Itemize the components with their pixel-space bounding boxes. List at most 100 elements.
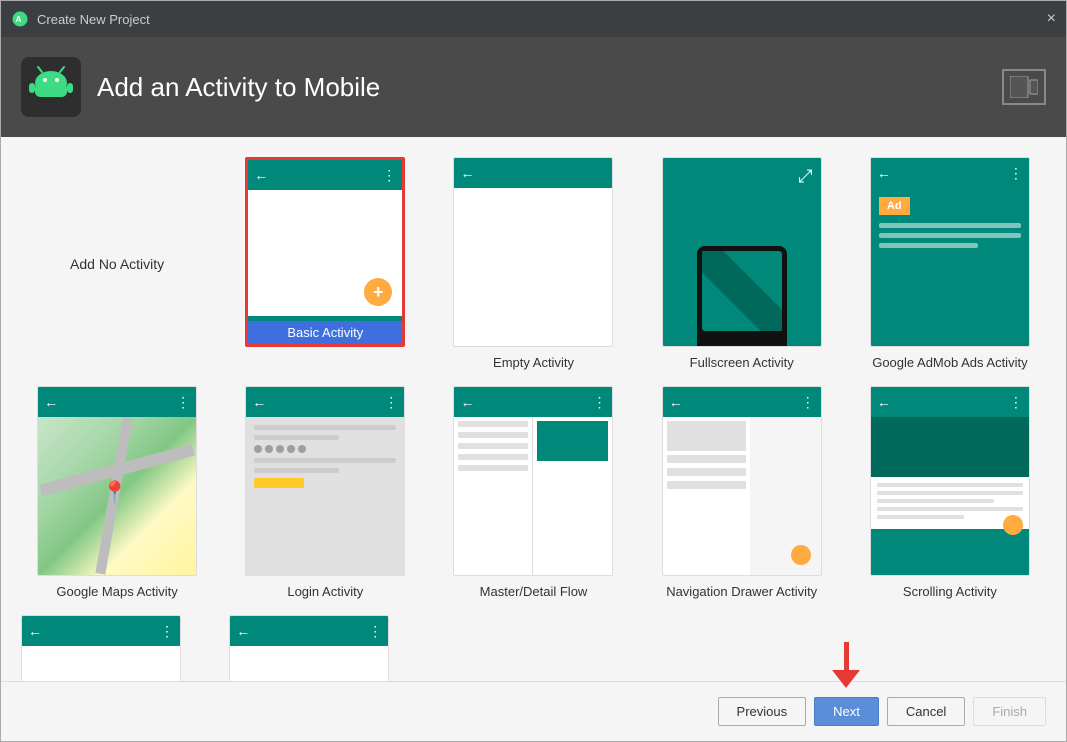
empty-activity-cell[interactable]: ← Empty Activity — [437, 157, 629, 370]
app-icon: A — [11, 10, 29, 28]
admob-screen: ← ⋮ Ad — [871, 158, 1029, 346]
nav-more-icon: ⋮ — [801, 394, 815, 411]
close-button[interactable]: × — [1047, 11, 1056, 27]
svg-text:A: A — [16, 15, 22, 24]
no-activity-label: Add No Activity — [70, 256, 164, 272]
master-toolbar: ← ⋮ — [454, 387, 612, 417]
login-back-icon: ← — [252, 394, 266, 410]
master-detail-cell[interactable]: ← ⋮ — [437, 386, 629, 599]
partial-row: ← ⋮ ← ⋮ — [21, 615, 1046, 681]
footer: Previous Next Cancel Finish — [1, 681, 1066, 741]
login-line-1 — [254, 425, 396, 430]
master-detail-block — [537, 421, 608, 461]
basic-body: + — [248, 190, 402, 316]
scrolling-activity-label: Scrolling Activity — [903, 584, 997, 599]
star-4 — [287, 445, 295, 453]
scroll-header-image — [871, 417, 1029, 477]
fullscreen-activity-label: Fullscreen Activity — [690, 355, 794, 370]
login-activity-label: Login Activity — [287, 584, 363, 599]
master-body — [454, 417, 612, 575]
nav-drawer-item-1 — [667, 455, 746, 463]
maps-more-icon: ⋮ — [176, 394, 190, 411]
cancel-button[interactable]: Cancel — [887, 697, 965, 726]
nav-back-icon: ← — [669, 394, 683, 410]
basic-activity-label: Basic Activity — [248, 321, 402, 344]
fullscreen-activity-cell[interactable]: ⤢ Fullscreen Activity — [646, 157, 838, 370]
button-row: Previous Next Cancel Finish — [718, 697, 1046, 726]
ad-badge: Ad — [879, 197, 910, 215]
footer-actions: Previous Next Cancel Finish — [718, 697, 1046, 726]
login-body — [246, 417, 404, 496]
back-arrow-icon: ← — [254, 167, 268, 183]
scroll-line-4 — [877, 507, 1023, 511]
fullscreen-activity-thumb: ⤢ — [662, 157, 822, 347]
nav-drawer-cell[interactable]: ← ⋮ — [646, 386, 838, 599]
scroll-back-icon: ← — [877, 394, 891, 410]
content-area: Add No Activity ← ⋮ + ● ● ● — [1, 137, 1066, 681]
star-2 — [265, 445, 273, 453]
empty-back-icon: ← — [460, 165, 474, 181]
basic-activity-thumb: ← ⋮ + ● ● ● Basic Activity — [245, 157, 405, 347]
no-activity-cell[interactable]: Add No Activity — [21, 157, 213, 370]
master-list — [454, 417, 533, 575]
master-more-icon: ⋮ — [592, 394, 606, 411]
nav-drawer-thumb: ← ⋮ — [662, 386, 822, 576]
header: Add an Activity to Mobile — [1, 37, 1066, 137]
partial-cell-1[interactable]: ← ⋮ — [21, 615, 213, 681]
main-window: A Create New Project × Add an Activity t… — [0, 0, 1067, 742]
partial-more-1: ⋮ — [160, 623, 174, 640]
master-back-icon: ← — [460, 394, 474, 410]
admob-line-3 — [879, 243, 978, 248]
scrolling-activity-cell[interactable]: ← ⋮ Scrolling Acti — [854, 386, 1046, 599]
header-left: Add an Activity to Mobile — [21, 57, 380, 117]
nav-drawer-panel — [663, 417, 750, 575]
scroll-line-2 — [877, 491, 1023, 495]
title-bar: A Create New Project × — [1, 1, 1066, 37]
partial-cell-2[interactable]: ← ⋮ — [229, 615, 421, 681]
fullscreen-device-screen — [702, 251, 782, 331]
partial-thumb-2: ← ⋮ — [229, 615, 389, 681]
nav-toolbar: ← ⋮ — [663, 387, 821, 417]
admob-activity-cell[interactable]: ← ⋮ Ad Google AdMob Ads Activity — [854, 157, 1046, 370]
master-list-item-1 — [458, 421, 528, 427]
empty-activity-label: Empty Activity — [493, 355, 574, 370]
star-3 — [276, 445, 284, 453]
nav-drawer-label: Navigation Drawer Activity — [666, 584, 817, 599]
partial-toolbar-2: ← ⋮ — [230, 616, 388, 646]
window-title: Create New Project — [37, 12, 150, 27]
admob-line-1 — [879, 223, 1021, 228]
scroll-toolbar: ← ⋮ — [871, 387, 1029, 417]
login-activity-cell[interactable]: ← ⋮ — [229, 386, 421, 599]
empty-screen: ← — [454, 158, 612, 346]
master-list-item-4 — [458, 454, 528, 460]
maps-activity-label: Google Maps Activity — [56, 584, 177, 599]
previous-button[interactable]: Previous — [718, 697, 807, 726]
maps-pin-icon: 📍 — [101, 480, 128, 506]
maps-back-icon: ← — [44, 394, 58, 410]
empty-activity-thumb: ← — [453, 157, 613, 347]
basic-activity-cell[interactable]: ← ⋮ + ● ● ● Basic Activity — [229, 157, 421, 370]
nav-drawer-header — [667, 421, 746, 451]
maps-screen: ← ⋮ 📍 — [38, 387, 196, 575]
basic-toolbar: ← ⋮ — [248, 160, 402, 190]
login-toolbar: ← ⋮ — [246, 387, 404, 417]
device-layout-icon — [1010, 76, 1038, 98]
nav-screen: ← ⋮ — [663, 387, 821, 575]
title-bar-left: A Create New Project — [11, 10, 150, 28]
arrow-stem — [844, 642, 849, 670]
master-list-item-3 — [458, 443, 528, 449]
login-activity-thumb: ← ⋮ — [245, 386, 405, 576]
partial-toolbar-1: ← ⋮ — [22, 616, 180, 646]
maps-toolbar: ← ⋮ — [38, 387, 196, 417]
scroll-line-1 — [877, 483, 1023, 487]
scroll-more-icon: ⋮ — [1009, 394, 1023, 411]
partial-more-2: ⋮ — [368, 623, 382, 640]
next-button[interactable]: Next — [814, 697, 879, 726]
admob-back-icon: ← — [877, 165, 891, 181]
scroll-fab — [1003, 515, 1023, 535]
admob-more-icon: ⋮ — [1009, 165, 1023, 182]
maps-body: 📍 — [38, 417, 196, 575]
login-line-3 — [254, 458, 396, 463]
maps-activity-cell[interactable]: ← ⋮ 📍 Google Maps Activity — [21, 386, 213, 599]
nav-drawer-item-2 — [667, 468, 746, 476]
